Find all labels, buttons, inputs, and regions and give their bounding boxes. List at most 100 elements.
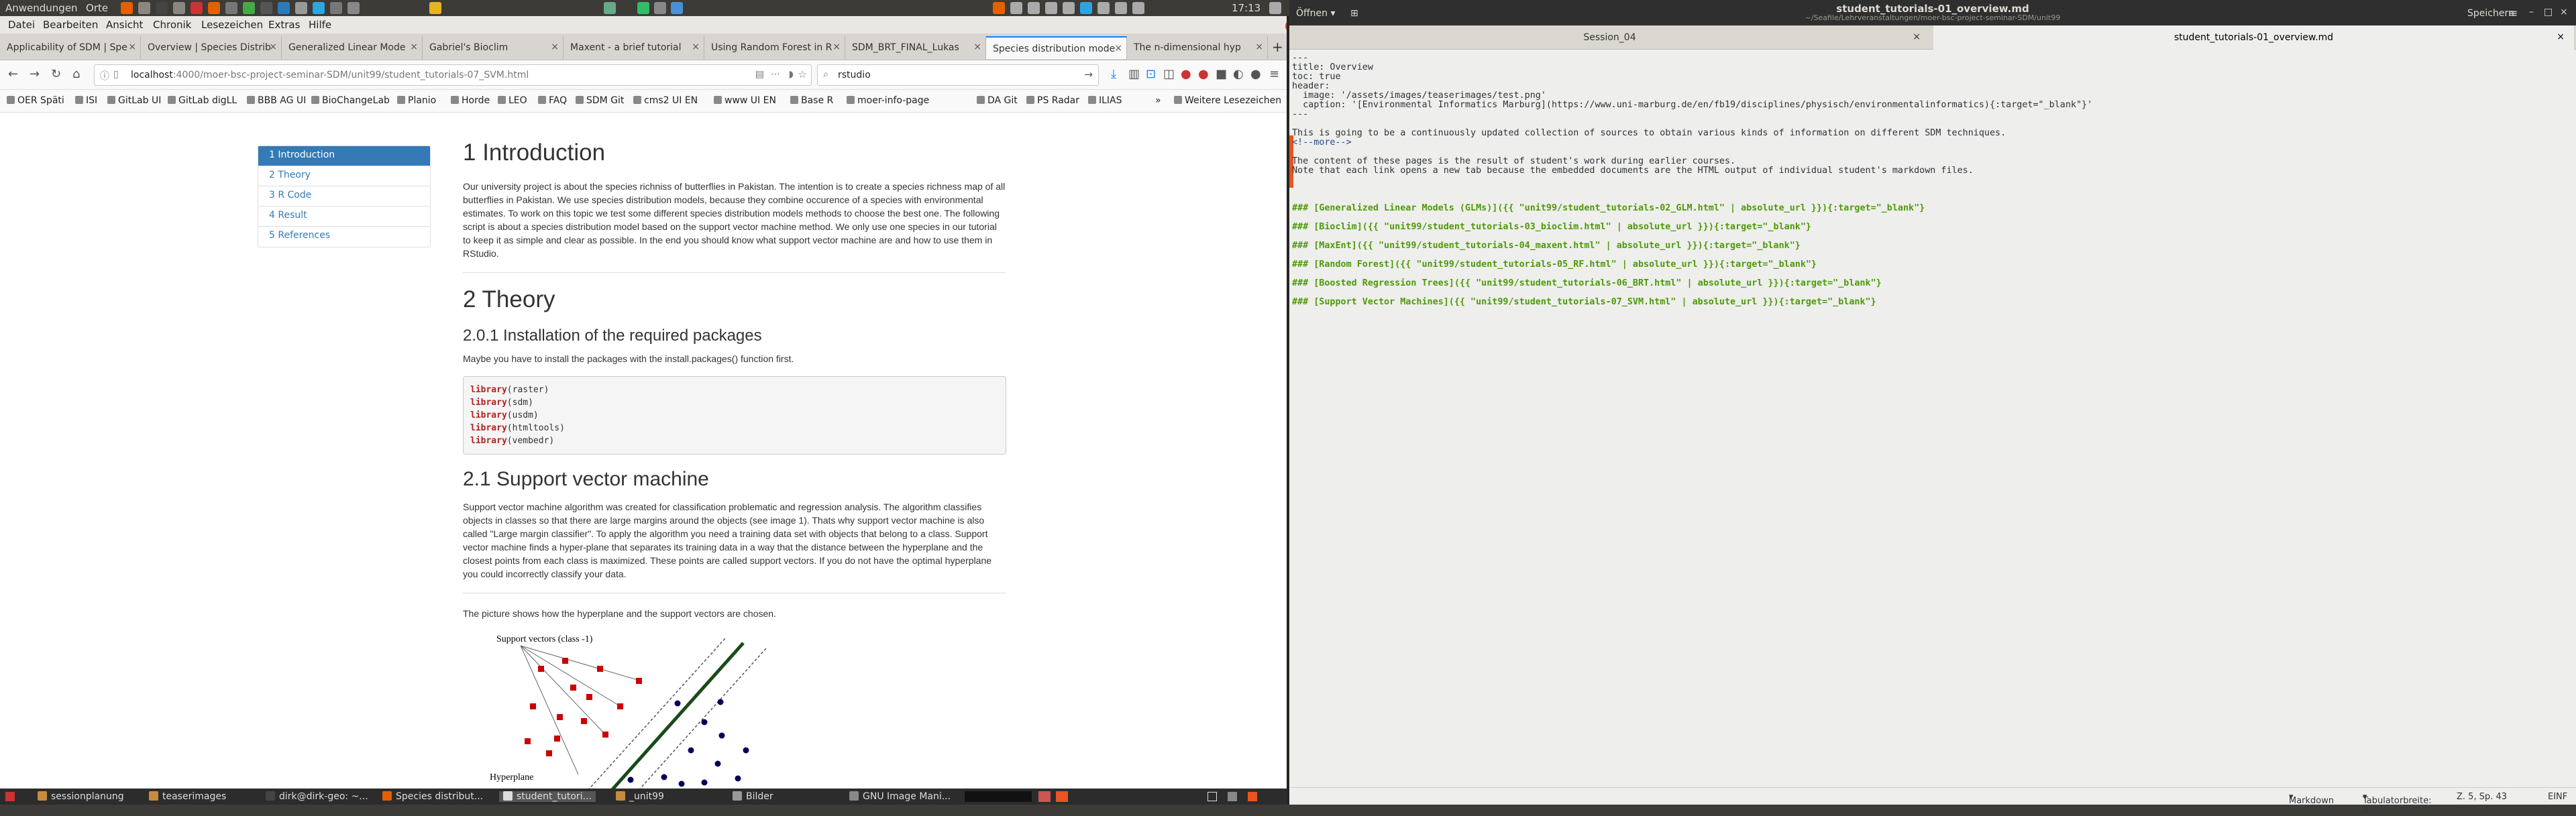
addon-icon-2[interactable]: ● [1198,67,1209,81]
menu-chronik[interactable]: Chronik [153,19,191,31]
places-menu[interactable]: Orte [86,2,108,14]
bookmark-item[interactable]: moer-info-page [847,95,929,106]
close-icon[interactable]: × [833,42,841,52]
more-actions-icon[interactable]: ⋯ [771,69,780,80]
close-icon[interactable]: × [269,42,277,52]
search-input[interactable]: rstudio [838,70,871,80]
bookmark-item[interactable]: LEO [498,95,527,106]
firefox-dev-icon[interactable] [208,2,220,14]
maximize-icon[interactable]: □ [2544,7,2553,17]
close-icon[interactable]: × [1913,32,1921,42]
tray-icon-2[interactable] [1028,2,1040,14]
tray-icon-3[interactable] [1045,2,1057,14]
tray-icon-9[interactable] [1248,792,1257,801]
bookmark-item[interactable]: FAQ [538,95,567,106]
library-icon[interactable]: ▥ [1128,67,1140,81]
tab-session-04[interactable]: Session_04 × [1289,25,1930,50]
toc-item-r-code[interactable]: 3 R Code [258,186,430,207]
power-icon[interactable] [1269,2,1281,14]
network-icon[interactable] [1097,2,1110,14]
battery-icon[interactable] [1132,2,1144,14]
bookmark-item[interactable]: DA Git [977,95,1018,106]
text-editor-area[interactable]: --- title: Overview toc: true header: image… [1289,50,2576,787]
tab-overview-md[interactable]: student_tutorials-01_overview.md × [1933,25,2574,50]
tray-icon-1[interactable] [993,2,1005,14]
bookmark-item[interactable]: BBB AG UI [247,95,306,106]
clock[interactable]: 17:13 [1232,2,1260,14]
show-desktop-icon[interactable] [5,792,15,801]
python-icon[interactable] [429,2,441,14]
app-icon[interactable] [243,2,255,14]
downloads-icon[interactable]: ⤓ [1111,67,1116,81]
mail-icon[interactable] [173,2,185,14]
app-icon-2[interactable] [604,2,616,14]
bookmark-item[interactable]: SDM Git [576,95,624,106]
menu-hamburger-icon[interactable]: ≡ [2509,7,2518,19]
terminal-icon[interactable] [156,2,168,14]
home-icon[interactable]: ⌂ [72,67,80,81]
menu-extras[interactable]: Extras [268,19,300,31]
taskbar-item[interactable]: sessionplanung [38,791,124,802]
close-icon[interactable]: × [973,42,981,52]
bookmark-item[interactable]: Base R [790,95,833,106]
search-bar[interactable]: ⌕ rstudio → [817,64,1099,86]
tray-icon-5[interactable] [1080,2,1092,14]
app-icon-3[interactable] [637,2,649,14]
tab-svm-active[interactable]: Species distribution mode × [986,36,1127,59]
back-icon[interactable]: ← [8,67,18,81]
gear-icon[interactable] [1010,2,1022,14]
taskbar-item[interactable]: teaserimages [149,791,226,802]
page-info-icon[interactable]: ⓘ [100,69,109,82]
chrome-icon[interactable] [260,2,272,14]
close-icon[interactable]: × [1255,42,1263,52]
bookmarks-overflow-icon[interactable]: » [1155,95,1161,106]
addon-icon-1[interactable]: ● [1181,67,1191,81]
bookmark-item[interactable]: OER Späti [7,95,64,106]
taskbar-item-active[interactable]: student_tutori... [499,791,596,802]
bookmark-item[interactable]: BioChangeLab [311,95,390,106]
close-icon[interactable]: × [410,42,418,52]
menu-lesezeichen[interactable]: Lesezeichen [201,19,263,31]
close-icon[interactable]: × [2560,7,2568,17]
tab-overview[interactable]: Overview | Species Distrib × [141,36,282,59]
display-icon[interactable] [225,2,237,14]
menu-datei[interactable]: Datei [8,19,35,31]
forward-icon[interactable]: → [30,67,40,81]
pdf-icon[interactable] [191,2,203,14]
toc-item-introduction[interactable]: 1 Introduction [258,146,430,166]
other-bookmarks[interactable]: Weitere Lesezeichen [1174,95,1281,106]
bookmark-item[interactable]: GitLab digLL [168,95,237,106]
taskbar-item[interactable]: Species distribut... [382,791,483,802]
bookmark-item[interactable]: GitLab UI [107,95,161,106]
dropbox-icon[interactable] [295,2,307,14]
bookmark-star-icon[interactable]: ☆ [798,68,807,80]
close-icon[interactable]: × [692,42,700,52]
telegram-icon[interactable] [313,2,325,14]
firefox-icon[interactable] [121,2,133,14]
bookmark-item[interactable]: www UI EN [714,95,776,106]
tab-random-forest[interactable]: Using Random Forest in R × [704,36,845,59]
tray-icon-7[interactable] [1056,791,1068,802]
menu-bearbeiten[interactable]: Bearbeiten [43,19,98,31]
toc-item-references[interactable]: 5 References [258,227,430,247]
language-selector[interactable]: Markdown ▾ [2289,792,2334,806]
bookmark-item[interactable]: Horde [451,95,490,106]
menu-hamburger-icon[interactable]: ≡ [1269,67,1279,81]
new-tab-button[interactable]: + [1272,39,1283,55]
screenshot-icon[interactable]: ◫ [1163,67,1175,81]
tab-brt[interactable]: SDM_BRT_FINAL_Lukas × [845,36,986,59]
url-bar[interactable]: ⓘ ▯ localhost:4000/moer-bsc-project-semi… [94,64,812,86]
addon-icon-5[interactable]: ● [1250,67,1261,81]
addon-icon-3[interactable]: ■ [1216,67,1227,81]
bookmark-item[interactable]: ISI [75,95,97,106]
save-button[interactable]: Speichern [2467,8,2514,19]
search-go-icon[interactable]: → [1084,68,1093,80]
taskbar-item[interactable]: dirk@dirk-geo: ~... [266,791,368,802]
skype-icon[interactable] [278,2,290,14]
tab-glm[interactable]: Generalized Linear Mode × [282,36,423,59]
close-icon[interactable]: × [2557,32,2565,42]
bookmark-item[interactable]: ILIAS [1088,95,1122,106]
tab-maxent[interactable]: Maxent - a brief tutorial × [564,36,704,59]
reload-icon[interactable]: ↻ [51,67,61,81]
tab-bioclim[interactable]: Gabriel's Bioclim × [423,36,564,59]
